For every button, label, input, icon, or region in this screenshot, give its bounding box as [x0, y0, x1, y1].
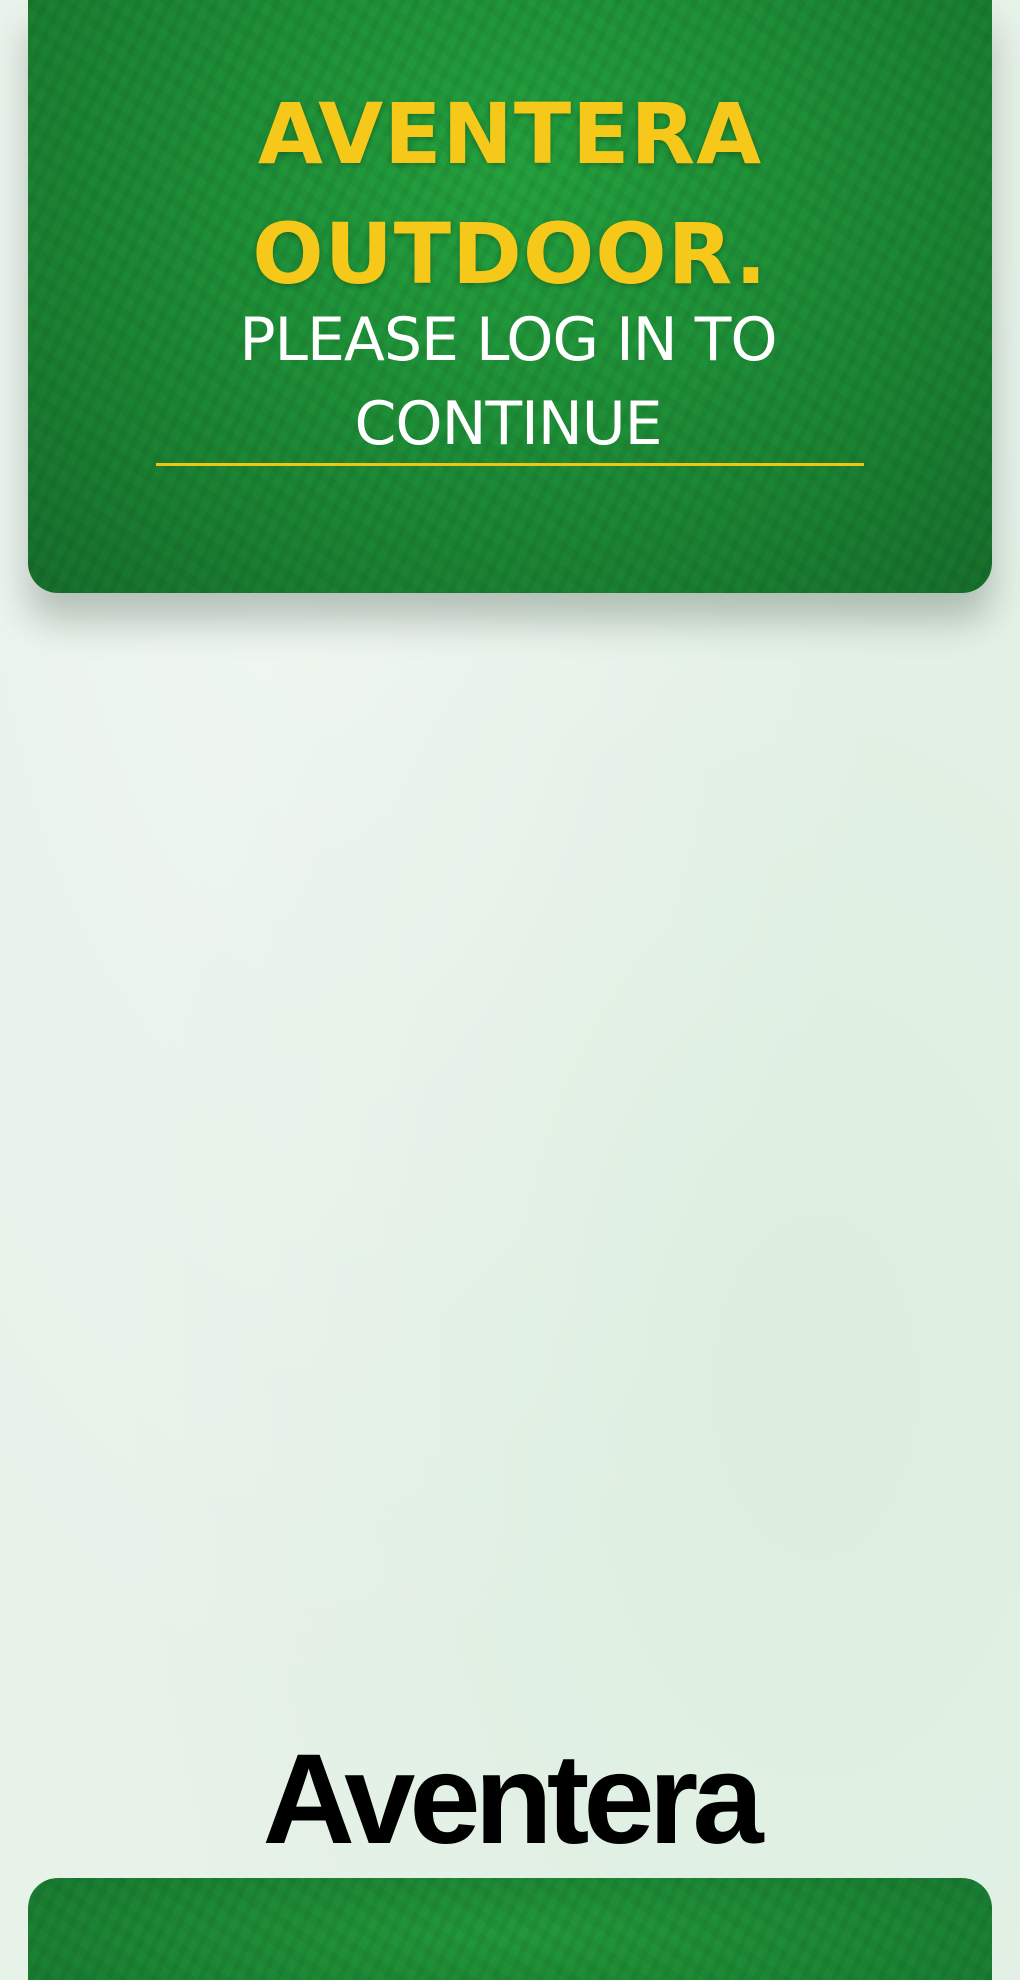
- login-prompt: PLEASE LOG IN TO CONTINUE: [239, 305, 777, 459]
- header-banner: AVENTERA OUTDOOR. PLEASE LOG IN TO CONTI…: [28, 0, 992, 593]
- aventera-logo: Aventera: [262, 1728, 763, 1871]
- brand-title-line2: OUTDOOR.: [252, 205, 768, 303]
- bottom-banner: [28, 1878, 992, 1980]
- brand-title-line1: AVENTERA: [257, 85, 763, 183]
- header-divider: [156, 463, 864, 466]
